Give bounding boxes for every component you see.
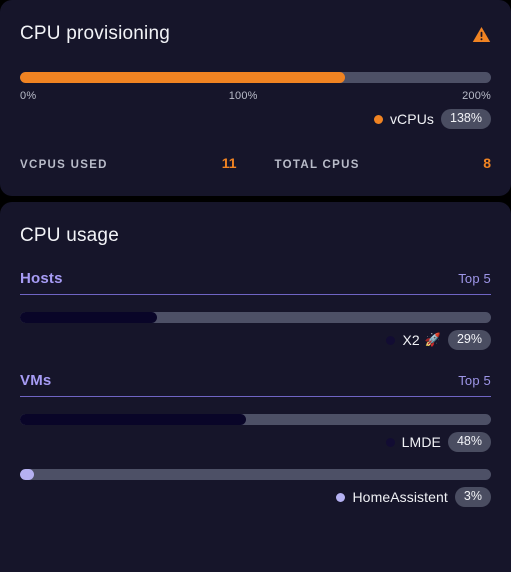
- cpu-usage-card: CPU usage Hosts Top 5 X2 🚀 29% VMs Top 5: [0, 202, 511, 572]
- cpu-provisioning-axis: 0% 100% 200%: [20, 90, 491, 102]
- page-title: CPU provisioning: [20, 23, 170, 44]
- stat-value: 11: [221, 155, 237, 171]
- section-hosts: Hosts Top 5 X2 🚀 29%: [20, 270, 491, 350]
- legend-label: X2: [402, 332, 420, 348]
- vms-bar-track: [20, 469, 491, 480]
- legend-dot-icon: [385, 437, 395, 447]
- stat-label: TOTAL CPUS: [274, 159, 360, 171]
- section-vms: VMs Top 5 LMDE 48% HomeAssistent 3%: [20, 372, 491, 507]
- legend-label: LMDE: [401, 434, 441, 450]
- cpu-usage-header: CPU usage: [20, 202, 491, 248]
- section-title: VMs: [20, 372, 52, 389]
- hosts-bar-fill: [20, 312, 157, 323]
- stat-label: VCPUS USED: [20, 159, 108, 171]
- legend-dot-icon: [373, 114, 383, 124]
- axis-tick-max: 200%: [462, 90, 491, 102]
- cpu-provisioning-header: CPU provisioning: [20, 0, 491, 46]
- vms-legend-lmde[interactable]: LMDE 48%: [20, 432, 491, 452]
- vcpus-legend[interactable]: vCPUs 138%: [20, 109, 491, 129]
- stat-vcpus-used: VCPUS USED 11: [20, 155, 245, 171]
- stat-total-cpus: TOTAL CPUS 8: [245, 155, 492, 171]
- dashboard-page: CPU provisioning 0% 100% 200% vCPUs 138%: [0, 0, 511, 572]
- cpu-provisioning-bar-fill: [20, 72, 345, 83]
- section-title: Hosts: [20, 270, 63, 287]
- axis-tick-mid: 100%: [228, 90, 258, 102]
- legend-dot-icon: [336, 492, 346, 502]
- top-n-link[interactable]: Top 5: [458, 373, 491, 388]
- hosts-bar-track: [20, 312, 491, 323]
- axis-tick-min: 0%: [20, 90, 37, 102]
- vms-bar-fill: [20, 469, 35, 480]
- section-hosts-header: Hosts Top 5: [20, 270, 491, 295]
- status-badge: 29%: [447, 330, 491, 350]
- legend-label: HomeAssistent: [352, 489, 448, 505]
- top-n-link[interactable]: Top 5: [458, 271, 491, 286]
- vms-legend-homeassistent[interactable]: HomeAssistent 3%: [20, 487, 491, 507]
- warning-triangle-icon[interactable]: [472, 22, 491, 44]
- vms-bar-fill: [20, 414, 247, 425]
- status-badge: 48%: [447, 432, 491, 452]
- stat-value: 8: [483, 155, 491, 171]
- hosts-legend-x2[interactable]: X2 🚀 29%: [20, 330, 491, 350]
- cpu-usage-title: CPU usage: [20, 225, 119, 246]
- status-badge: 3%: [454, 487, 491, 507]
- cpu-provisioning-card: CPU provisioning 0% 100% 200% vCPUs 138%: [0, 0, 511, 196]
- rocket-icon: 🚀: [424, 332, 441, 347]
- vms-bar-track: [20, 414, 491, 425]
- status-badge: 138%: [441, 109, 491, 129]
- cpu-provisioning-bar-track: [20, 72, 491, 83]
- legend-label: vCPUs: [389, 111, 435, 127]
- legend-dot-icon: [386, 335, 396, 345]
- cpu-provisioning-stats: VCPUS USED 11 TOTAL CPUS 8: [20, 155, 491, 171]
- section-vms-header: VMs Top 5: [20, 372, 491, 397]
